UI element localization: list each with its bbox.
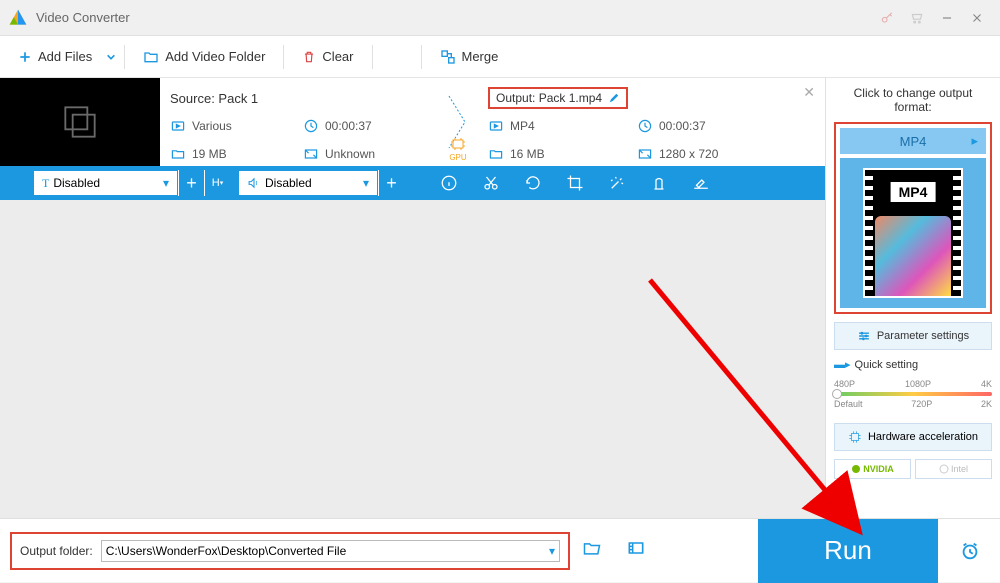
speaker-icon [247,176,261,190]
source-duration: 00:00:37 [325,119,372,133]
add-folder-label: Add Video Folder [165,49,265,64]
quick-setting-header: ▬▸Quick setting [834,358,992,371]
resolution-icon [637,146,653,162]
folder-icon [170,146,186,162]
mp4-badge: MP4 [891,182,936,202]
chip-icon [450,137,466,151]
format-box-highlight: MP4 MP4 [834,122,992,314]
subtitle-edit-icon[interactable] [680,166,722,200]
output-folder-path: C:\Users\WonderFox\Desktop\Converted Fil… [106,544,347,558]
clock-icon [303,118,319,134]
separator [372,45,373,69]
format-select[interactable]: MP4 [840,128,986,154]
schedule-button[interactable] [950,540,990,562]
add-files-label: Add Files [38,49,92,64]
output-size: 16 MB [510,147,545,161]
add-files-button[interactable]: Add Files [8,45,102,68]
sliders-icon [857,329,871,343]
source-title: Source: Pack 1 [170,91,258,106]
crop-icon[interactable] [554,166,596,200]
format-value: MP4 [900,134,927,149]
text-overlay-select[interactable]: TDisabled ▾ [33,170,178,196]
file-row: Source: Pack 1 Various 00:00:37 19 MB Un… [0,78,825,166]
add-audio-button[interactable]: + [378,170,404,196]
vendor-row: NVIDIA Intel [834,459,992,479]
add-folder-button[interactable]: Add Video Folder [133,45,275,69]
source-codec: Various [192,119,232,133]
clear-label: Clear [322,49,353,64]
parameter-settings-label: Parameter settings [877,330,969,342]
h-text-button[interactable]: H▾ [204,170,230,196]
hardware-accel-button[interactable]: Hardware acceleration [834,423,992,451]
edit-bar: TDisabled ▾ + H▾ Disabled ▾ + [0,166,825,200]
output-folder-input[interactable]: C:\Users\WonderFox\Desktop\Converted Fil… [101,540,560,562]
clear-button[interactable]: Clear [292,45,363,68]
separator [421,45,422,69]
output-panel: Output: Pack 1.mp4 MP4 00:00:37 16 MB 12… [478,78,788,166]
output-resolution: 1280 x 720 [659,147,718,161]
add-text-button[interactable]: + [178,170,204,196]
chip-icon [848,430,862,444]
merge-label: Merge [462,49,499,64]
intel-badge[interactable]: Intel [915,459,992,479]
minimize-button[interactable] [932,4,962,32]
add-files-chevron-icon[interactable] [106,52,116,62]
output-folder-label: Output folder: [20,544,93,558]
text-overlay-group: TDisabled ▾ + H▾ [33,170,230,196]
toolbar: Add Files Add Video Folder Clear Merge [0,36,1000,78]
conversion-arrow: GPU [438,78,478,166]
merge-button[interactable]: Merge [430,45,509,69]
separator [124,45,125,69]
quality-slider[interactable]: 480P 1080P 4K Default 720P 2K [834,379,992,415]
codec-icon [170,118,186,134]
resolution-icon [303,146,319,162]
app-logo-icon [8,8,28,28]
remove-file-button[interactable]: ✕ [803,84,815,101]
edit-icon[interactable] [608,92,620,104]
hardware-accel-label: Hardware acceleration [868,431,978,443]
output-title-highlight: Output: Pack 1.mp4 [488,87,628,109]
open-folder-button[interactable] [582,538,602,563]
format-preview[interactable]: MP4 [840,158,986,308]
folder-icon [488,146,504,162]
rotate-icon[interactable] [512,166,554,200]
output-codec: MP4 [510,119,535,133]
source-size: 19 MB [192,147,227,161]
app-title: Video Converter [36,10,872,25]
film-folder-button[interactable] [626,538,646,563]
output-folder-highlight: Output folder: C:\Users\WonderFox\Deskto… [10,532,570,570]
slider-thumb[interactable] [832,389,842,399]
thumbnail[interactable] [0,78,160,166]
audio-track-group: Disabled ▾ + [238,170,404,196]
key-icon[interactable] [872,4,902,32]
cart-icon[interactable] [902,4,932,32]
cut-icon[interactable] [470,166,512,200]
source-resolution: Unknown [325,147,375,161]
format-hint-label: Click to change output format: [834,86,992,114]
separator [283,45,284,69]
effects-icon[interactable] [596,166,638,200]
nvidia-badge[interactable]: NVIDIA [834,459,911,479]
watermark-icon[interactable] [638,166,680,200]
output-sidebar: Click to change output format: MP4 MP4 P… [825,78,1000,518]
audio-track-select[interactable]: Disabled ▾ [238,170,378,196]
titlebar: Video Converter [0,0,1000,36]
gpu-badge: GPU [449,137,466,162]
run-label: Run [824,535,872,566]
text-overlay-value: Disabled [53,176,100,190]
output-duration: 00:00:37 [659,119,706,133]
close-button[interactable] [962,4,992,32]
parameter-settings-button[interactable]: Parameter settings [834,322,992,350]
clock-icon [637,118,653,134]
codec-icon [488,118,504,134]
bottom-bar: Output folder: C:\Users\WonderFox\Deskto… [0,518,1000,582]
run-button[interactable]: Run [758,519,938,583]
info-icon[interactable] [428,166,470,200]
quick-setting-label: Quick setting [855,359,919,371]
output-title: Output: Pack 1.mp4 [496,91,602,105]
audio-track-value: Disabled [265,176,312,190]
source-panel: Source: Pack 1 Various 00:00:37 19 MB Un… [160,78,438,166]
file-list-area [0,200,825,518]
